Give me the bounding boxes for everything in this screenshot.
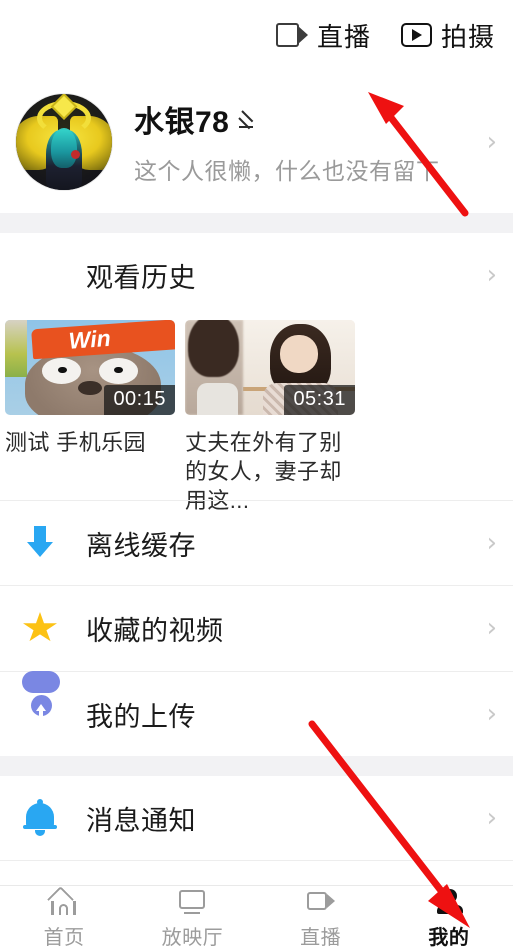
nav-item-live[interactable]: 直播 bbox=[257, 886, 385, 952]
top-action-shoot-label: 拍摄 bbox=[440, 21, 495, 52]
section-divider-2 bbox=[0, 756, 513, 776]
cloud-upload-icon bbox=[22, 671, 60, 733]
top-action-live-label: 直播 bbox=[316, 21, 371, 52]
duration-badge: 00:15 bbox=[104, 385, 175, 415]
pencil-icon[interactable] bbox=[238, 108, 260, 130]
row-watch-history-label: 观看历史 bbox=[86, 262, 196, 293]
list-item[interactable]: 00:15 测试 手机乐园 bbox=[5, 320, 175, 515]
profile-chevron-icon: › bbox=[486, 126, 497, 157]
row-favorite-videos[interactable]: 收藏的视频 › bbox=[0, 586, 513, 670]
history-video-list: 00:15 测试 手机乐园 05:31 丈夫在外有了别的女人，妻子却用这... bbox=[0, 320, 513, 515]
bottom-navigation: 首页 放映厅 直播 我的 bbox=[0, 885, 513, 952]
row-offline-cache[interactable]: 离线缓存 › bbox=[0, 501, 513, 585]
person-icon bbox=[433, 888, 465, 916]
section-divider-1 bbox=[0, 213, 513, 233]
profile-bio: 这个人很懒，什么也没有留下 bbox=[134, 158, 440, 184]
profile-name-row: 水银78 bbox=[134, 97, 487, 141]
home-icon bbox=[47, 885, 80, 916]
video-thumbnail[interactable]: 00:15 bbox=[5, 320, 175, 415]
row-separator-4 bbox=[0, 860, 513, 861]
nav-item-home[interactable]: 首页 bbox=[0, 885, 128, 952]
duration-badge: 05:31 bbox=[284, 385, 355, 415]
nav-item-mine[interactable]: 我的 bbox=[385, 886, 513, 952]
screen-icon bbox=[176, 889, 208, 916]
row-offline-cache-label: 离线缓存 bbox=[86, 530, 196, 561]
row-my-uploads[interactable]: 我的上传 › bbox=[0, 671, 513, 756]
row-watch-history-chevron-icon: › bbox=[486, 260, 497, 290]
nav-item-live-label: 直播 bbox=[300, 926, 342, 949]
profile-screen: 直播 拍摄 水银78 这个人很懒，什么也没有留下 › 观看历史 › Win 00… bbox=[0, 0, 513, 952]
bell-icon bbox=[22, 799, 60, 837]
row-notifications-chevron-icon: › bbox=[486, 803, 497, 833]
top-bar: 直播 拍摄 bbox=[0, 0, 513, 70]
profile-text: 水银78 这个人很懒，什么也没有留下 bbox=[134, 97, 487, 186]
video-thumbnail[interactable]: 05:31 bbox=[185, 320, 355, 415]
list-item[interactable]: 05:31 丈夫在外有了别的女人，妻子却用这... bbox=[185, 320, 355, 515]
nav-item-screening-room-label: 放映厅 bbox=[161, 926, 224, 949]
row-favorite-videos-label: 收藏的视频 bbox=[86, 615, 224, 646]
page-title: 水银78 bbox=[134, 106, 230, 139]
row-notifications-label: 消息通知 bbox=[86, 805, 196, 836]
row-my-uploads-chevron-icon: › bbox=[486, 699, 497, 729]
video-camera-icon bbox=[305, 889, 337, 916]
clock-icon bbox=[22, 256, 60, 294]
top-action-live[interactable]: 直播 bbox=[275, 17, 371, 54]
row-favorite-videos-chevron-icon: › bbox=[486, 613, 497, 643]
row-watch-history[interactable]: 观看历史 › bbox=[0, 233, 513, 317]
video-camera-icon bbox=[275, 23, 308, 47]
nav-item-mine-label: 我的 bbox=[428, 926, 470, 949]
avatar[interactable] bbox=[16, 93, 112, 190]
row-notifications[interactable]: 消息通知 › bbox=[0, 776, 513, 860]
row-my-uploads-label: 我的上传 bbox=[86, 701, 196, 732]
nav-item-home-label: 首页 bbox=[43, 926, 85, 949]
row-offline-cache-chevron-icon: › bbox=[486, 528, 497, 558]
download-arrow-icon bbox=[22, 524, 60, 562]
top-action-shoot[interactable]: 拍摄 bbox=[400, 17, 495, 54]
video-title: 测试 手机乐园 bbox=[5, 430, 146, 455]
star-icon bbox=[22, 609, 60, 647]
play-box-icon bbox=[400, 23, 432, 47]
nav-item-screening-room[interactable]: 放映厅 bbox=[128, 886, 256, 952]
profile-header[interactable]: 水银78 这个人很懒，什么也没有留下 › bbox=[0, 70, 513, 213]
